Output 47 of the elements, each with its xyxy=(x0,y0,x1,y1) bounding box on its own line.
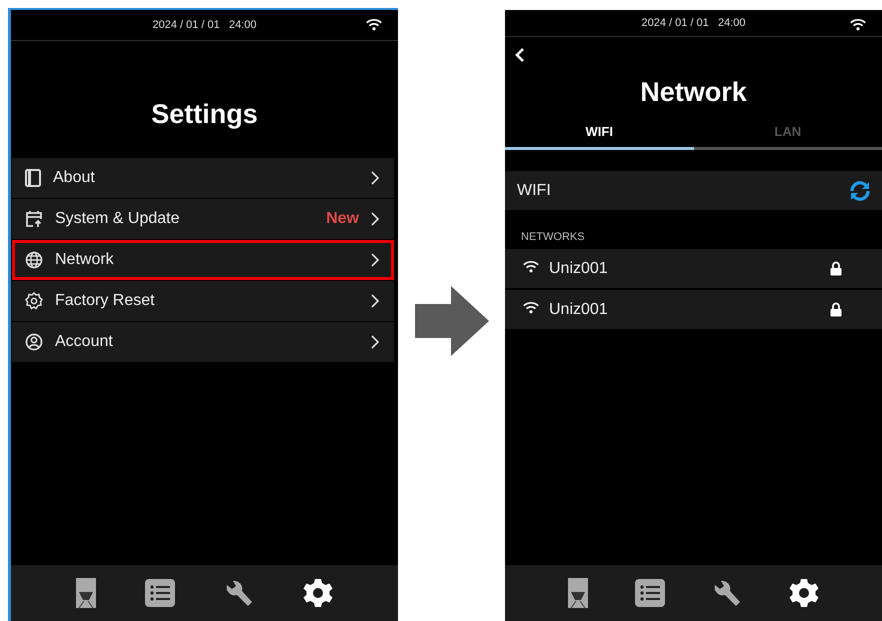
wrench-icon xyxy=(712,578,742,608)
tab[interactable]: WIFI xyxy=(505,116,694,150)
list-icon xyxy=(635,579,666,607)
wifi-signal-icon xyxy=(523,300,539,314)
settings-icon xyxy=(788,578,819,608)
chevron-right-icon xyxy=(371,294,379,308)
globe-icon xyxy=(25,251,43,269)
menu-item[interactable]: System & Update New xyxy=(12,199,394,239)
wifi-signal-icon xyxy=(523,260,539,272)
menu-label: Account xyxy=(55,333,114,351)
wifi-network-row[interactable]: Uniz001 xyxy=(505,249,882,288)
arrow-icon xyxy=(414,286,488,356)
gear-icon xyxy=(25,292,43,310)
wifi-network-row[interactable]: Uniz001 xyxy=(505,290,882,329)
menu-item[interactable]: Network xyxy=(12,240,394,280)
screen-title: Settings xyxy=(150,98,259,131)
wifi-signal-icon xyxy=(850,18,866,31)
chevron-right-icon xyxy=(371,335,379,349)
calendar-upload-icon xyxy=(25,210,43,228)
menu-label: Network xyxy=(55,251,115,269)
network-name: Uniz001 xyxy=(549,300,609,318)
new-label: New xyxy=(326,210,359,228)
wrench-icon xyxy=(224,578,254,608)
chevron-left-icon xyxy=(515,47,525,63)
screen-title: Network xyxy=(639,76,748,109)
network-name: Uniz001 xyxy=(549,260,609,278)
date-time: 2024 / 01 / 01 24:00 xyxy=(152,19,256,31)
section-label: NETWORKS xyxy=(520,230,586,245)
chevron-right-icon xyxy=(371,212,379,226)
printer-icon xyxy=(568,578,588,608)
chevron-right-icon xyxy=(371,253,379,267)
settings-icon xyxy=(303,578,334,608)
chevron-right-icon xyxy=(371,171,379,185)
date-time: 2024 / 01 / 01 24:00 xyxy=(642,17,746,29)
menu-label: System & Update xyxy=(55,210,180,228)
list-icon xyxy=(144,579,175,607)
wifi-label: WIFI xyxy=(517,182,552,200)
menu-label: Factory Reset xyxy=(55,292,156,310)
account-icon xyxy=(25,333,43,351)
printer-icon xyxy=(76,578,96,608)
menu-item[interactable]: Factory Reset xyxy=(12,281,394,321)
menu-item[interactable]: About xyxy=(12,158,394,198)
menu-item[interactable]: Account xyxy=(12,322,394,362)
menu-label: About xyxy=(53,169,96,187)
book-icon xyxy=(25,169,41,187)
wifi-signal-icon xyxy=(366,18,382,31)
refresh-icon[interactable] xyxy=(848,178,872,202)
